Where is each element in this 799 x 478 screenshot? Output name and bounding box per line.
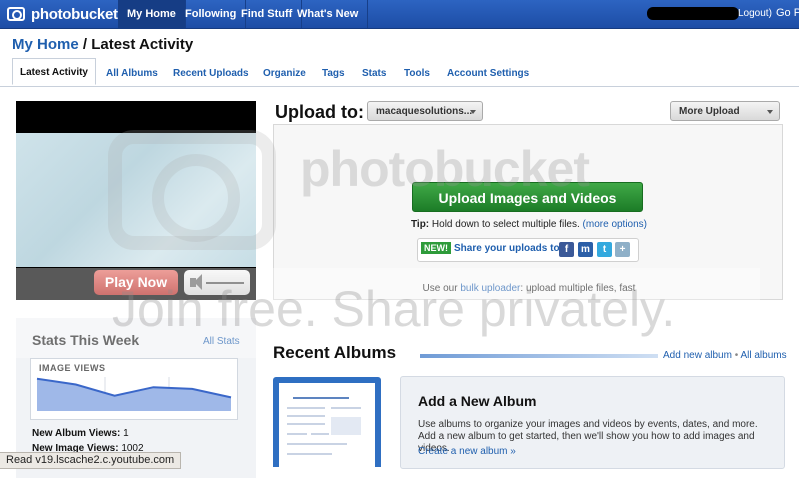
redacted-username [647,7,739,20]
share-uploads-label: Share your uploads to: [454,243,563,254]
share-more-icon[interactable]: + [615,242,630,257]
tab-stats[interactable]: Stats [362,64,386,84]
more-upload-tools-button[interactable]: More Upload Tools [670,101,780,137]
chevron-down-icon [470,110,476,114]
tab-account-settings[interactable]: Account Settings [447,64,529,84]
tab-latest-activity[interactable]: Latest Activity [12,58,96,85]
browser-status-bar: Read v19.lscache2.c.youtube.com [0,452,182,469]
new-album-views: New Album Views: 1 [32,428,129,439]
camera-icon [7,7,25,21]
tab-tools[interactable]: Tools [404,64,430,84]
tab-tags[interactable]: Tags [322,64,345,84]
tab-organize[interactable]: Organize [263,64,306,84]
album-views-value: 1 [123,428,129,439]
chevron-down-icon [767,110,773,114]
twitter-icon[interactable]: t [597,242,612,257]
create-album-link[interactable]: Create a new album » [418,446,516,457]
recent-albums-title: Recent Albums [273,343,397,362]
recent-albums-links: Add new album • All albums [663,350,787,361]
album-views-label: New Album Views: [32,428,121,439]
album-thumbnail-preview [279,383,375,467]
upload-images-button[interactable]: Upload Images and Videos [412,182,643,212]
album-dropdown[interactable]: macaquesolutions... [367,101,483,121]
logo-text: photobucket [31,5,118,23]
page-title-current: / Latest Activity [78,36,194,53]
watermark-camera-icon [108,130,276,250]
tip-text: Hold down to select multiple files. [429,219,583,230]
myspace-icon[interactable]: m [578,242,593,257]
upload-to-label: Upload to: [275,102,364,122]
tab-recent-uploads[interactable]: Recent Uploads [173,64,249,84]
tab-all-albums[interactable]: All Albums [106,64,158,84]
nav-tab-whats-new[interactable]: What's New [288,0,369,28]
new-badge: NEW! [421,242,451,254]
all-albums-link[interactable]: All albums [740,350,786,361]
logout-link[interactable]: Logout) [738,8,772,19]
add-album-title: Add a New Album [418,393,537,409]
recent-albums-divider [420,354,658,358]
page-title: My Home / Latest Activity [12,36,193,53]
tip-label: Tip: [410,219,430,230]
upload-tip: Tip: Hold down to select multiple files.… [275,219,783,230]
graph-label: IMAGE VIEWS [39,363,106,373]
more-options-link[interactable]: (more options) [583,219,647,230]
album-dropdown-value: macaquesolutions... [376,106,473,117]
add-new-album-link[interactable]: Add new album [663,350,732,361]
facebook-icon[interactable]: f [559,242,574,257]
go-pro-link[interactable]: Go Pr [776,7,799,19]
my-home-breadcrumb[interactable]: My Home [12,36,79,53]
photobucket-logo[interactable]: photobucket [7,4,118,24]
